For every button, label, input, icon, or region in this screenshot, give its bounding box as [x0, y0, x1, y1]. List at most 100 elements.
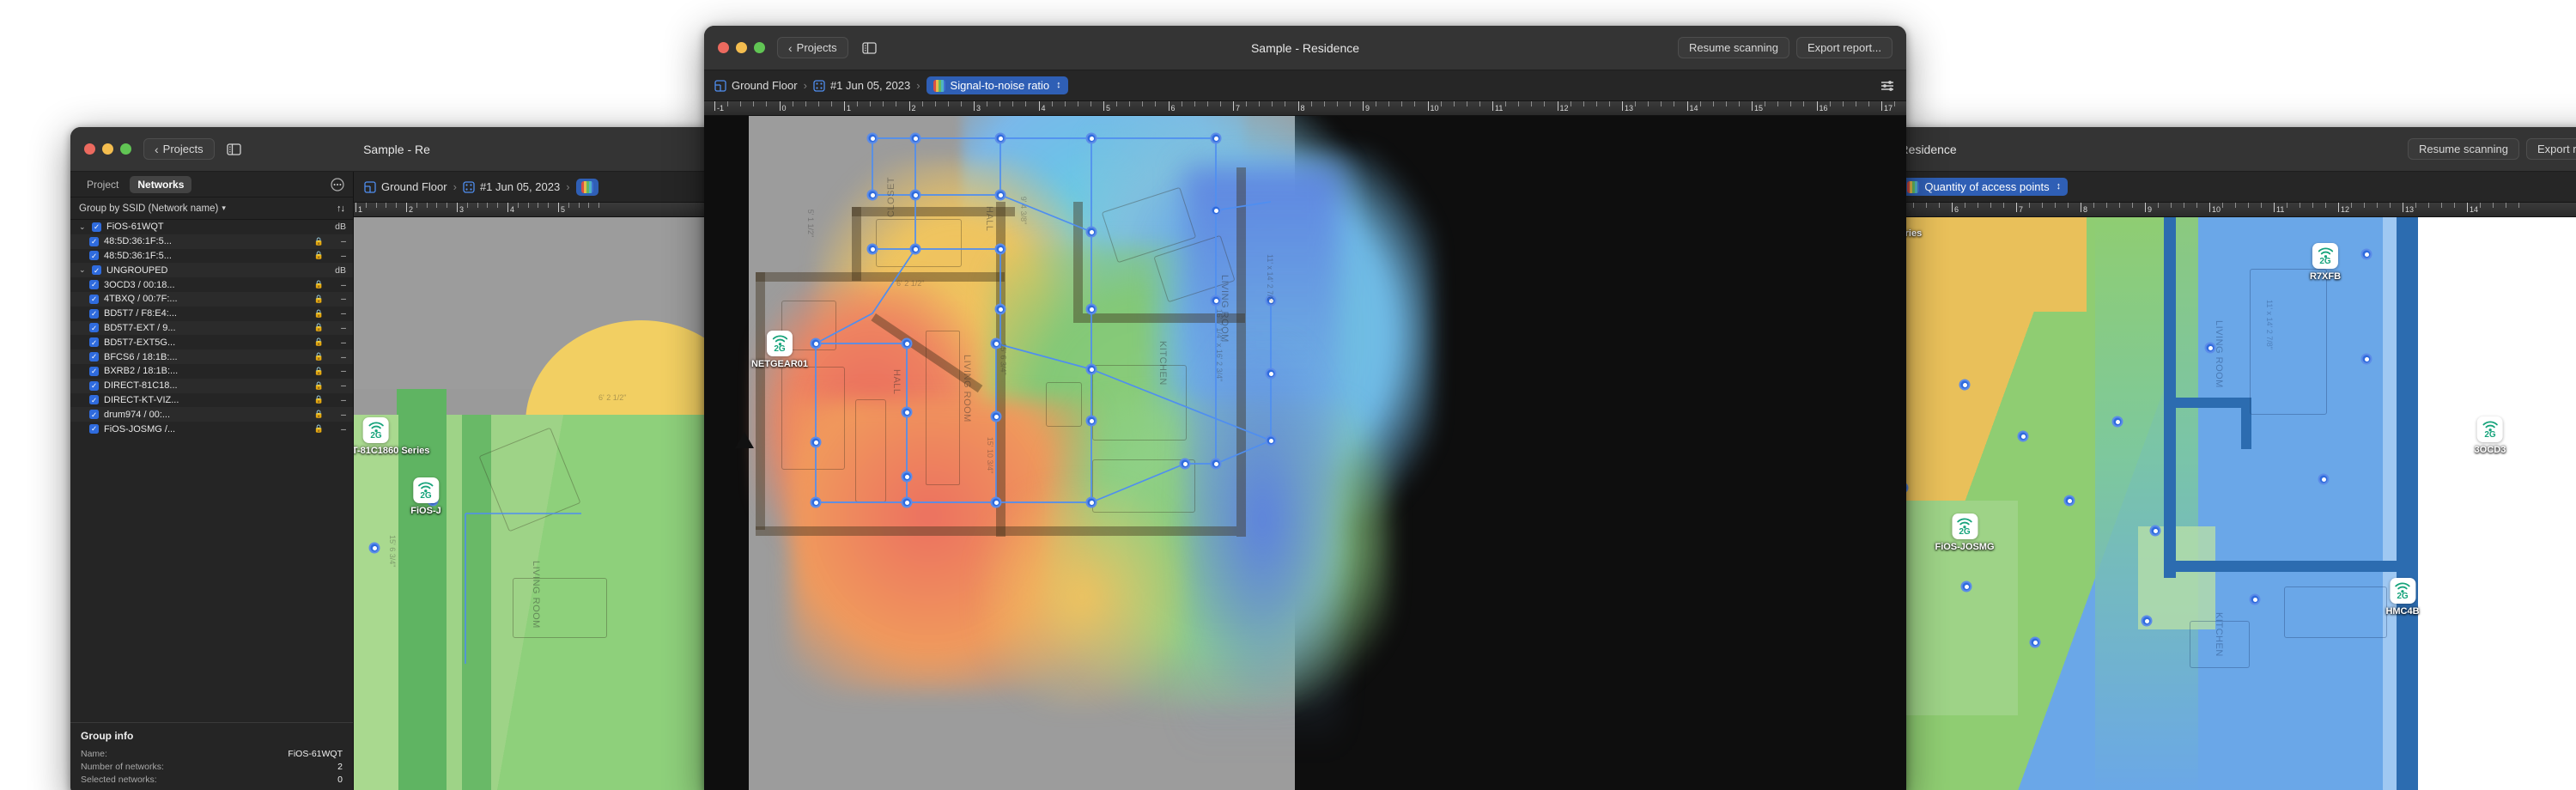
export-report-button[interactable]: Export report...: [1796, 37, 1893, 58]
window-front[interactable]: ‹ Projects Sample - Residence Resume sca…: [704, 26, 1906, 790]
network-checkbox[interactable]: ✓: [89, 294, 99, 304]
network-checkbox[interactable]: ✓: [89, 337, 99, 348]
measurement-point[interactable]: [2249, 593, 2261, 605]
measurement-point[interactable]: [810, 496, 822, 508]
resume-scanning-button[interactable]: Resume scanning: [2407, 138, 2520, 160]
measurement-point[interactable]: [994, 303, 1006, 315]
network-row[interactable]: ✓ 48:5D:36:1F:5... 🔒 –: [70, 234, 353, 249]
measurement-point[interactable]: [990, 410, 1002, 422]
visualization-selector-back-right[interactable]: Quantity of access points ↕: [1900, 178, 2069, 196]
measurement-point[interactable]: [1179, 458, 1191, 470]
measurement-point[interactable]: [810, 436, 822, 448]
measurement-point[interactable]: [1960, 580, 1972, 592]
network-row[interactable]: ✓ BD5T7-EXT / 9... 🔒 –: [70, 320, 353, 336]
breadcrumb-floor[interactable]: Ground Floor: [364, 180, 447, 193]
sidebar-tabs[interactable]: Project Networks: [70, 172, 353, 198]
more-options-icon[interactable]: [331, 177, 344, 191]
network-row[interactable]: ✓ DIRECT-81C18... 🔒 –: [70, 378, 353, 393]
measurement-point[interactable]: [866, 243, 878, 255]
visualization-selector-front[interactable]: Signal-to-noise ratio ↕: [926, 76, 1068, 94]
measurement-point[interactable]: [810, 337, 822, 349]
tab-networks[interactable]: Networks: [130, 175, 192, 193]
measurement-point[interactable]: [1265, 434, 1277, 447]
measurement-point[interactable]: [990, 337, 1002, 349]
measurement-point[interactable]: [994, 189, 1006, 201]
maximize-button[interactable]: [120, 143, 131, 155]
measurement-point[interactable]: [1210, 295, 1222, 307]
measurement-point[interactable]: [909, 132, 921, 144]
network-checkbox[interactable]: ✓: [89, 236, 99, 246]
measurement-point[interactable]: [901, 496, 913, 508]
measurement-point[interactable]: [2063, 495, 2075, 507]
network-row[interactable]: ✓ drum974 / 00:... 🔒 –: [70, 407, 353, 422]
measurement-point[interactable]: [990, 496, 1002, 508]
settings-sliders-icon[interactable]: [1879, 79, 1896, 93]
measurement-point[interactable]: [1210, 458, 1222, 470]
network-checkbox[interactable]: ✓: [89, 280, 99, 290]
floorplan-canvas-back-right[interactable]: LIVING ROOM 11' x 14' 2 7/8" KITCHEN 0 S…: [1880, 217, 2576, 790]
network-checkbox[interactable]: ✓: [89, 410, 99, 420]
measurement-point[interactable]: [1085, 496, 1097, 508]
traffic-lights[interactable]: [718, 42, 765, 53]
measurement-point[interactable]: [368, 542, 380, 554]
floorplan-canvas-back-left[interactable]: 6' 2 1/2" 15' 6 3/4" LIVING ROOM 2G T-81…: [354, 217, 723, 790]
measurement-point[interactable]: [1085, 226, 1097, 238]
network-row[interactable]: ✓ DIRECT-KT-VIZ... 🔒 –: [70, 393, 353, 408]
measurement-point[interactable]: [994, 243, 1006, 255]
breadcrumb-floor[interactable]: Ground Floor: [714, 79, 798, 92]
measurement-point[interactable]: [2360, 353, 2372, 365]
network-row[interactable]: ✓ FiOS-JOSMG /... 🔒 –: [70, 422, 353, 436]
measurement-point[interactable]: [1085, 363, 1097, 375]
breadcrumb-scan[interactable]: #1 Jun 05, 2023: [813, 79, 910, 92]
ruler-horizontal-back-right[interactable]: 567891011121314: [1880, 203, 2576, 217]
traffic-lights[interactable]: [84, 143, 131, 155]
network-group-row[interactable]: ⌄ ✓ FiOS-61WQT dB: [70, 220, 353, 234]
network-row[interactable]: ✓ BFCS6 / 18:1B:... 🔒 –: [70, 349, 353, 364]
sidebar-back-left[interactable]: Project Networks Group by SSID (Network …: [70, 172, 354, 790]
measurement-point[interactable]: [2204, 342, 2216, 354]
ruler-horizontal-front[interactable]: -1 0 1 2 3 4 5 6 7 8 9 10 11 12 13 14 15 16 17: [704, 101, 1906, 116]
measurement-point[interactable]: [427, 495, 439, 507]
network-checkbox[interactable]: ✓: [89, 323, 99, 333]
measurement-point[interactable]: [901, 337, 913, 349]
breadcrumb-scan[interactable]: #1 Jun 05, 2023: [463, 180, 560, 193]
measurement-point[interactable]: [2360, 248, 2372, 260]
floorplan-canvas-front[interactable]: HALL 9' 4 3/8" HALL CLOSET LIVING ROOM 1…: [704, 116, 1906, 790]
network-row[interactable]: ✓ 3OCD3 / 00:18... 🔒 –: [70, 277, 353, 292]
measurement-point[interactable]: [866, 189, 878, 201]
measurement-point[interactable]: [1959, 379, 1971, 391]
network-row[interactable]: ✓ BD5T7 / F8:E4:... 🔒 –: [70, 307, 353, 321]
measurement-point[interactable]: [2029, 636, 2041, 648]
network-checkbox[interactable]: ✓: [92, 265, 101, 276]
network-checkbox[interactable]: ✓: [89, 380, 99, 391]
minimize-button[interactable]: [736, 42, 747, 53]
close-button[interactable]: [84, 143, 95, 155]
measurement-point[interactable]: [1265, 295, 1277, 307]
minimize-button[interactable]: [102, 143, 113, 155]
network-row[interactable]: ✓ BXRB2 / 18:1B:... 🔒 –: [70, 364, 353, 379]
network-checkbox[interactable]: ✓: [92, 222, 101, 232]
network-row[interactable]: ✓ 4TBXQ / 00:7F:... 🔒 –: [70, 291, 353, 307]
measurement-point[interactable]: [2111, 416, 2123, 428]
measurement-point[interactable]: [901, 471, 913, 483]
measurement-point[interactable]: [1085, 415, 1097, 427]
tab-project[interactable]: Project: [79, 176, 126, 193]
measurement-point[interactable]: [2318, 473, 2330, 485]
network-checkbox[interactable]: ✓: [89, 308, 99, 319]
maximize-button[interactable]: [754, 42, 765, 53]
measurement-point[interactable]: [901, 406, 913, 418]
measurement-point[interactable]: [2017, 430, 2029, 442]
group-by-control[interactable]: Group by SSID (Network name) ▾ ↑↓: [70, 198, 353, 220]
toggle-sidebar-button[interactable]: [223, 140, 246, 159]
network-checkbox[interactable]: ✓: [89, 251, 99, 261]
measurement-point[interactable]: [909, 189, 921, 201]
disclosure-chevron-icon[interactable]: ⌄: [79, 265, 87, 275]
disclosure-chevron-icon[interactable]: ⌄: [79, 222, 87, 232]
visualization-selector-back-left[interactable]: [575, 178, 598, 196]
network-checkbox[interactable]: ✓: [89, 352, 99, 362]
export-report-button[interactable]: Export report...: [2526, 138, 2576, 160]
measurement-point[interactable]: [2149, 525, 2161, 537]
network-row[interactable]: ✓ BD5T7-EXT5G... 🔒 –: [70, 335, 353, 349]
measurement-point[interactable]: [909, 243, 921, 255]
measurement-point[interactable]: [866, 132, 878, 144]
